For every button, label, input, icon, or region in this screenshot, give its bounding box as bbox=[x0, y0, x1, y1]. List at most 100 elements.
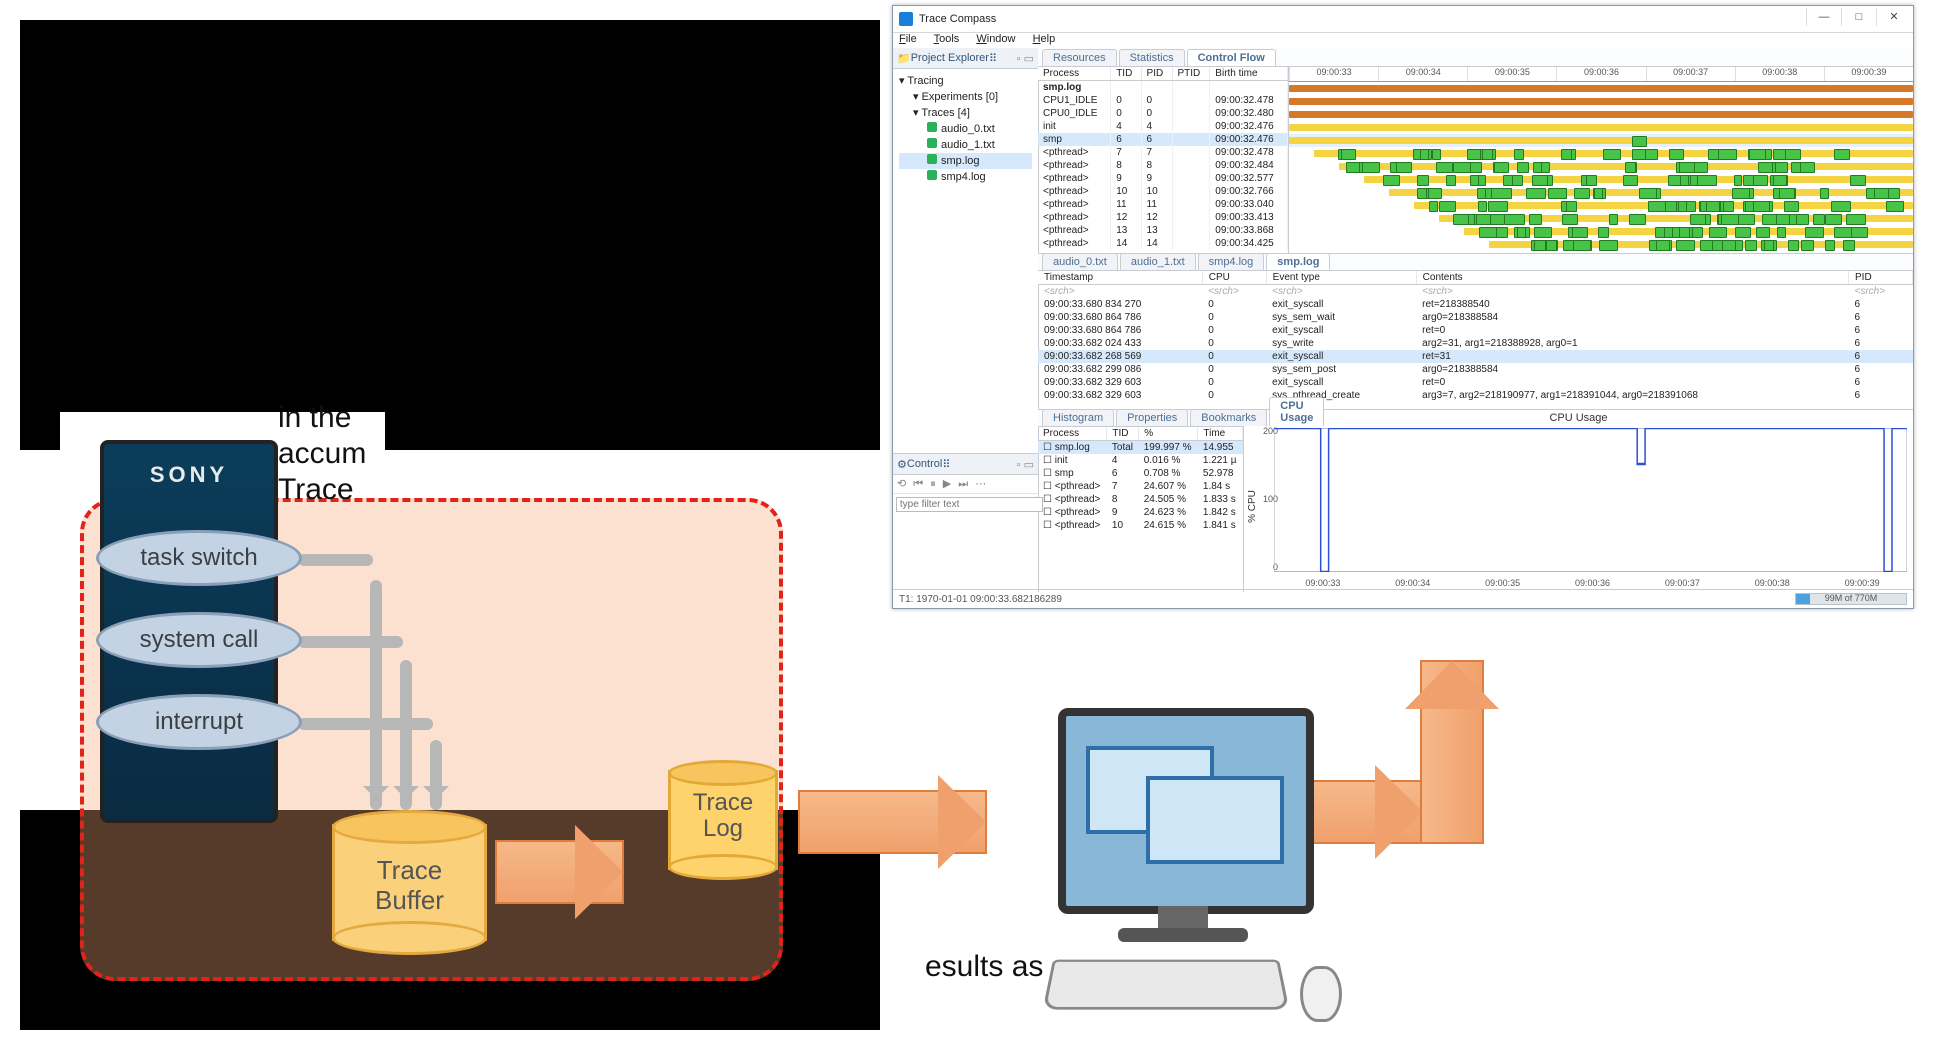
table-row[interactable]: ☐ <pthread>924.623 %1.842 s bbox=[1038, 506, 1243, 519]
menu-window[interactable]: Window bbox=[976, 33, 1015, 45]
table-row[interactable]: ☐ smp.logTotal199.997 %14.955 bbox=[1038, 441, 1243, 455]
table-row[interactable]: <pthread>141409:00:34.425 bbox=[1038, 237, 1288, 250]
table-row[interactable]: ☐ init40.016 %1.221 µ bbox=[1038, 454, 1243, 467]
gantt-row[interactable] bbox=[1289, 108, 1913, 121]
gantt-row[interactable] bbox=[1289, 95, 1913, 108]
gantt-row[interactable] bbox=[1289, 186, 1913, 199]
stub-line: Trace bbox=[278, 472, 366, 508]
bottom-tabs[interactable]: HistogramPropertiesBookmarksCPU Usage bbox=[1038, 410, 1243, 427]
arrow-buffer-to-log bbox=[495, 840, 624, 904]
gantt-chart[interactable]: 09:00:3309:00:3409:00:3509:00:3609:00:37… bbox=[1289, 67, 1913, 253]
black-block-top bbox=[20, 20, 880, 450]
table-row[interactable]: <pthread>111109:00:33.040 bbox=[1038, 198, 1288, 211]
table-row[interactable]: smp.log bbox=[1038, 81, 1288, 95]
table-row[interactable]: 09:00:33.682 268 5690exit_syscallret=316 bbox=[1038, 350, 1913, 363]
stub-text: in the accum Trace bbox=[278, 400, 366, 508]
table-row[interactable]: CPU1_IDLE0009:00:32.478 bbox=[1038, 94, 1288, 107]
tab[interactable]: audio_1.txt bbox=[1120, 253, 1196, 270]
trace-buffer-label: TraceBuffer bbox=[332, 855, 487, 915]
tree-item[interactable]: audio_1.txt bbox=[899, 137, 1032, 153]
gantt-row[interactable] bbox=[1289, 225, 1913, 238]
event-interrupt: interrupt bbox=[96, 694, 302, 750]
tab[interactable]: smp.log bbox=[1266, 253, 1330, 270]
gantt-row[interactable] bbox=[1289, 160, 1913, 173]
table-row[interactable]: smp6609:00:32.476 bbox=[1038, 133, 1288, 146]
trace-buffer: TraceBuffer bbox=[332, 810, 487, 955]
connector-h bbox=[298, 718, 433, 730]
table-row[interactable]: <pthread>7709:00:32.478 bbox=[1038, 146, 1288, 159]
tab[interactable]: Control Flow bbox=[1187, 49, 1276, 66]
maximize-button[interactable]: □ bbox=[1841, 8, 1876, 26]
table-row[interactable]: 09:00:33.680 864 7860exit_syscallret=06 bbox=[1038, 324, 1913, 337]
table-row[interactable]: <pthread>9909:00:32.577 bbox=[1038, 172, 1288, 185]
gantt-row[interactable] bbox=[1289, 238, 1913, 251]
table-row[interactable]: <srch><srch><srch><srch><srch> bbox=[1038, 285, 1913, 299]
menu-help[interactable]: Help bbox=[1033, 33, 1056, 45]
gantt-row[interactable] bbox=[1289, 212, 1913, 225]
tab[interactable]: Statistics bbox=[1119, 49, 1185, 66]
gantt-row[interactable] bbox=[1289, 199, 1913, 212]
table-row[interactable]: ☐ smp60.708 %52.978 bbox=[1038, 467, 1243, 480]
titlebar[interactable]: Trace Compass — □ ✕ bbox=[893, 6, 1913, 33]
menu-tools[interactable]: Tools bbox=[934, 33, 960, 45]
computer-icon bbox=[1018, 708, 1348, 1028]
tab[interactable]: Properties bbox=[1116, 409, 1188, 426]
tree-item[interactable]: smp.log bbox=[899, 153, 1032, 169]
tab[interactable]: smp4.log bbox=[1198, 253, 1265, 270]
table-row[interactable]: init4409:00:32.476 bbox=[1038, 120, 1288, 133]
gantt-row[interactable] bbox=[1289, 173, 1913, 186]
tree-item[interactable]: audio_0.txt bbox=[899, 121, 1032, 137]
project-explorer-header[interactable]: 📁 Project Explorer ⠿ ▫ ▭ bbox=[893, 48, 1038, 69]
control-header[interactable]: ⚙ Control ⠿▫ ▭ bbox=[893, 454, 1038, 475]
tab[interactable]: audio_0.txt bbox=[1042, 253, 1118, 270]
table-row[interactable]: 09:00:33.680 834 2700exit_syscallret=218… bbox=[1038, 298, 1913, 311]
table-row[interactable]: 09:00:33.682 024 4330sys_writearg2=31, a… bbox=[1038, 337, 1913, 350]
process-table[interactable]: ProcessTID%Time☐ smp.logTotal199.997 %14… bbox=[1038, 427, 1243, 532]
gantt-row[interactable] bbox=[1289, 147, 1913, 160]
board-brand: SONY bbox=[104, 462, 274, 488]
table-row[interactable]: 09:00:33.682 329 6030exit_syscallret=06 bbox=[1038, 376, 1913, 389]
arrow-log-to-pc bbox=[798, 790, 987, 854]
tab[interactable]: Histogram bbox=[1042, 409, 1114, 426]
gantt-row[interactable] bbox=[1289, 134, 1913, 147]
cpu-usage-chart[interactable]: CPU Usage % CPU 2001000 09:00:3309:00:34… bbox=[1244, 410, 1913, 592]
project-explorer-tree[interactable]: ▾ Tracing▾ Experiments [0]▾ Traces [4]au… bbox=[893, 69, 1038, 189]
connector-h bbox=[298, 554, 373, 566]
chart-title: CPU Usage bbox=[1244, 412, 1913, 424]
event-table[interactable]: TimestampCPUEvent typeContentsPID<srch><… bbox=[1038, 271, 1913, 402]
table-row[interactable]: <pthread>101009:00:32.766 bbox=[1038, 185, 1288, 198]
connector bbox=[430, 740, 442, 810]
table-row[interactable]: 09:00:33.682 299 0860sys_sem_postarg0=21… bbox=[1038, 363, 1913, 376]
tree-item[interactable]: ▾ Traces [4] bbox=[899, 105, 1032, 121]
trace-log: TraceLog bbox=[668, 760, 778, 880]
chart-ylabel: % CPU bbox=[1247, 490, 1258, 523]
tab[interactable]: Resources bbox=[1042, 49, 1117, 66]
event-tabs[interactable]: audio_0.txtaudio_1.txtsmp4.logsmp.log bbox=[1038, 254, 1913, 271]
tree-item[interactable]: ▾ Tracing bbox=[899, 73, 1032, 89]
table-row[interactable]: <pthread>121209:00:33.413 bbox=[1038, 211, 1288, 224]
stub-line: in the bbox=[278, 400, 366, 436]
table-row[interactable]: ☐ <pthread>724.607 %1.84 s bbox=[1038, 480, 1243, 493]
menu-file[interactable]: File bbox=[899, 33, 917, 45]
control-toolbar[interactable]: ⟲ ⏮ ⏸ ▶ ⏭ ⋯ bbox=[893, 475, 1038, 494]
top-tabs[interactable]: ResourcesStatisticsControl Flow bbox=[1038, 48, 1913, 67]
table-row[interactable]: <pthread>8809:00:32.484 bbox=[1038, 159, 1288, 172]
app-icon bbox=[899, 12, 913, 26]
close-icon[interactable]: ▫ ▭ bbox=[1017, 52, 1034, 65]
table-row[interactable]: <pthread>131309:00:33.868 bbox=[1038, 224, 1288, 237]
tree-item[interactable]: ▾ Experiments [0] bbox=[899, 89, 1032, 105]
control-flow-table[interactable]: ProcessTIDPIDPTIDBirth timesmp.logCPU1_I… bbox=[1038, 67, 1288, 250]
tree-item[interactable]: smp4.log bbox=[899, 169, 1032, 185]
trace-compass-window: Trace Compass — □ ✕ File Tools Window He… bbox=[892, 5, 1914, 609]
minimize-button[interactable]: — bbox=[1806, 8, 1841, 26]
status-text: T1: 1970-01-01 09:00:33.682186289 bbox=[899, 594, 1062, 605]
control-filter-input[interactable] bbox=[896, 497, 1043, 512]
table-row[interactable]: CPU0_IDLE0009:00:32.480 bbox=[1038, 107, 1288, 120]
table-row[interactable]: 09:00:33.682 329 6030sys_pthread_createa… bbox=[1038, 389, 1913, 402]
table-row[interactable]: ☐ <pthread>824.505 %1.833 s bbox=[1038, 493, 1243, 506]
table-row[interactable]: ☐ <pthread>1024.615 %1.841 s bbox=[1038, 519, 1243, 532]
gantt-row[interactable] bbox=[1289, 121, 1913, 134]
table-row[interactable]: 09:00:33.680 864 7860sys_sem_waitarg0=21… bbox=[1038, 311, 1913, 324]
close-button[interactable]: ✕ bbox=[1876, 8, 1911, 26]
gantt-row[interactable] bbox=[1289, 82, 1913, 95]
